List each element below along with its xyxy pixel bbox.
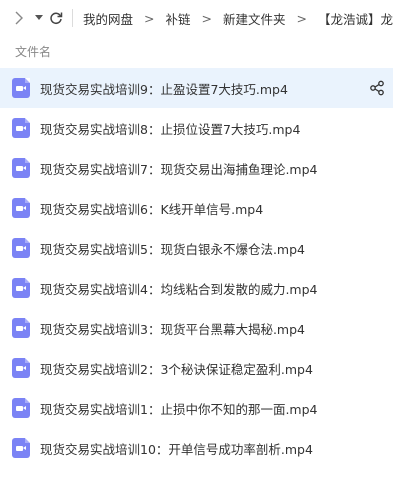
file-row[interactable]: 现货交易实战培训9：止盈设置7大技巧.mp4 [0,68,393,108]
file-name[interactable]: 现货交易实战培训9：止盈设置7大技巧.mp4 [40,79,288,98]
video-file-icon [12,238,30,258]
caret-down-icon[interactable] [33,0,45,36]
column-header-filename[interactable]: 文件名 [0,36,393,66]
share-icon[interactable] [369,80,385,96]
file-name[interactable]: 现货交易实战培训7：现货交易出海捕鱼理论.mp4 [40,159,318,178]
file-row[interactable]: 现货交易实战培训3：现货平台黑幕大揭秘.mp4 [0,308,393,348]
file-name[interactable]: 现货交易实战培训5：现货白银永不爆仓法.mp4 [40,239,305,258]
video-file-icon [12,318,30,338]
file-name[interactable]: 现货交易实战培训1：止损中你不知的那一面.mp4 [40,399,318,418]
file-row[interactable]: 现货交易实战培训2：3个秘诀保证稳定盈利.mp4 [0,348,393,388]
breadcrumb-item-new-folder[interactable]: 新建文件夹 [223,9,286,28]
file-name[interactable]: 现货交易实战培训3：现货平台黑幕大揭秘.mp4 [40,319,305,338]
video-file-icon [12,398,30,418]
breadcrumb-separator: > [201,10,212,26]
breadcrumb-separator: > [144,10,155,26]
breadcrumb: 我的网盘 > 补链 > 新建文件夹 > 【龙浩诚】龙 [83,9,393,28]
file-row[interactable]: 现货交易实战培训10：开单信号成功率剖析.mp4 [0,428,393,468]
file-name[interactable]: 现货交易实战培训8：止损位设置7大技巧.mp4 [40,119,300,138]
breadcrumb-separator: > [296,10,307,26]
video-file-icon [12,438,30,458]
toolbar-divider [72,9,73,27]
file-name[interactable]: 现货交易实战培训10：开单信号成功率剖析.mp4 [40,439,313,458]
file-row[interactable]: 现货交易实战培训4：均线粘合到发散的威力.mp4 [0,268,393,308]
video-file-icon [12,118,30,138]
file-name[interactable]: 现货交易实战培训6：K线开单信号.mp4 [40,199,263,218]
video-file-icon [12,358,30,378]
file-list: 现货交易实战培训9：止盈设置7大技巧.mp4 现货交易实战培训8：止损位设置7大技… [0,68,393,468]
refresh-icon[interactable] [47,0,64,36]
video-file-icon [12,158,30,178]
breadcrumb-item-current[interactable]: 【龙浩诚】龙 [318,9,393,28]
file-row[interactable]: 现货交易实战培训1：止损中你不知的那一面.mp4 [0,388,393,428]
video-file-icon [12,78,30,98]
file-row[interactable]: 现货交易实战培训7：现货交易出海捕鱼理论.mp4 [0,148,393,188]
file-row[interactable]: 现货交易实战培训6：K线开单信号.mp4 [0,188,393,228]
video-file-icon [12,278,30,298]
breadcrumb-item-bulian[interactable]: 补链 [165,9,190,28]
breadcrumb-item-my-drive[interactable]: 我的网盘 [83,9,133,28]
chevron-right-icon[interactable] [10,0,29,36]
video-file-icon [12,198,30,218]
file-row[interactable]: 现货交易实战培训5：现货白银永不爆仓法.mp4 [0,228,393,268]
file-name[interactable]: 现货交易实战培训2：3个秘诀保证稳定盈利.mp4 [40,359,313,378]
file-row[interactable]: 现货交易实战培训8：止损位设置7大技巧.mp4 [0,108,393,148]
file-name[interactable]: 现货交易实战培训4：均线粘合到发散的威力.mp4 [40,279,318,298]
toolbar: 我的网盘 > 补链 > 新建文件夹 > 【龙浩诚】龙 [0,0,393,36]
